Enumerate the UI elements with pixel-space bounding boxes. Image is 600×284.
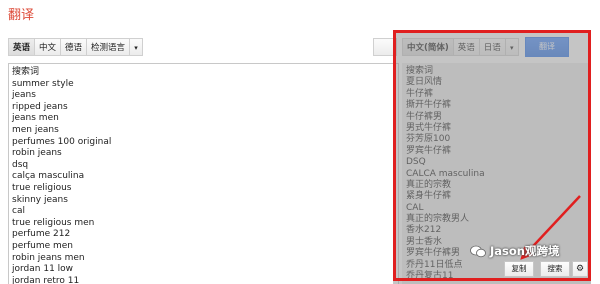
source-text-lines: 搜索词 summer style jeans ripped jeans jeans me… [9, 64, 398, 284]
source-line: 搜索词 [12, 67, 40, 77]
result-line: CAL [406, 202, 424, 213]
swap-languages-button[interactable] [373, 38, 397, 56]
result-line: 男式牛仔裤 [406, 122, 452, 133]
result-line: 撕开牛仔裤 [406, 100, 452, 111]
result-line: 真正的宗教男人 [406, 214, 470, 225]
source-line: robin jeans men [12, 252, 85, 263]
source-text-area[interactable]: 搜索词 summer style jeans ripped jeans jeans me… [8, 63, 399, 284]
source-line: robin jeans [12, 148, 62, 159]
copy-button[interactable]: 复制 [504, 261, 534, 277]
page-title: 翻译 [8, 8, 35, 23]
target-lang-chinese-simplified[interactable]: 中文(简体) [402, 38, 454, 56]
source-line: calça masculina [12, 171, 85, 182]
target-lang-dropdown-icon[interactable]: ▾ [504, 38, 519, 56]
gear-icon[interactable]: ⚙ [572, 261, 588, 277]
source-line: skinny jeans [12, 194, 68, 205]
source-line: true religious [12, 182, 72, 193]
target-lang-japanese[interactable]: 日语 [478, 38, 506, 56]
source-lang-german[interactable]: 德语 [60, 38, 88, 56]
source-lang-chinese[interactable]: 中文 [34, 38, 62, 56]
result-line: 搜索词 [406, 66, 434, 76]
source-line: summer style [12, 78, 74, 89]
target-language-bar: 中文(简体) 英语 日语 ▾ [402, 38, 519, 56]
source-line: true religious men [12, 217, 95, 228]
source-line: cal [12, 206, 25, 217]
source-line: jeans men [12, 113, 59, 124]
translation-result-panel: 搜索词 夏日风情 牛仔裤 撕开牛仔裤 牛仔裤男 男式牛仔裤 芬芳原100 罗宾牛仔裤 DSQ CA… [402, 63, 591, 284]
result-line: DSQ [406, 157, 426, 168]
source-line: jeans [12, 90, 36, 101]
result-line: 香水212 [406, 225, 442, 236]
source-line: perfume men [12, 240, 73, 251]
source-line: perfume 212 [12, 229, 71, 240]
result-line: 罗宾牛仔裤 [406, 145, 452, 156]
target-lang-english[interactable]: 英语 [452, 38, 480, 56]
source-lang-detect[interactable]: 检测语言 [86, 38, 131, 56]
source-line: perfumes 100 original [12, 136, 112, 147]
search-button[interactable]: 搜索 [540, 261, 570, 277]
source-lang-english[interactable]: 英语 [8, 38, 36, 56]
result-line: CALCA masculina [406, 168, 485, 179]
result-line: 牛仔裤男 [406, 111, 443, 122]
source-line: men jeans [12, 124, 59, 135]
result-line: 紧身牛仔裤 [406, 191, 452, 202]
source-line: ripped jeans [12, 101, 68, 112]
source-line: jordan 11 low [12, 264, 74, 275]
result-line: 男士香水 [406, 236, 443, 247]
source-line: jordan retro 11 [12, 275, 80, 284]
translate-button[interactable]: 翻译 [525, 37, 569, 57]
result-line: 真正的宗教 [406, 179, 452, 190]
translation-result-lines: 搜索词 夏日风情 牛仔裤 撕开牛仔裤 牛仔裤男 男式牛仔裤 芬芳原100 罗宾牛仔裤 DSQ CA… [402, 63, 591, 282]
result-line: 芬芳原100 [406, 134, 451, 145]
source-lang-dropdown-icon[interactable]: ▾ [129, 38, 144, 56]
source-line: dsq [12, 159, 29, 170]
result-line: 夏日风情 [406, 77, 443, 88]
result-line: 牛仔裤 [406, 88, 434, 99]
result-line: 罗宾牛仔裤男 [406, 248, 461, 259]
source-language-bar: 英语 中文 德语 检测语言 ▾ [8, 38, 144, 56]
